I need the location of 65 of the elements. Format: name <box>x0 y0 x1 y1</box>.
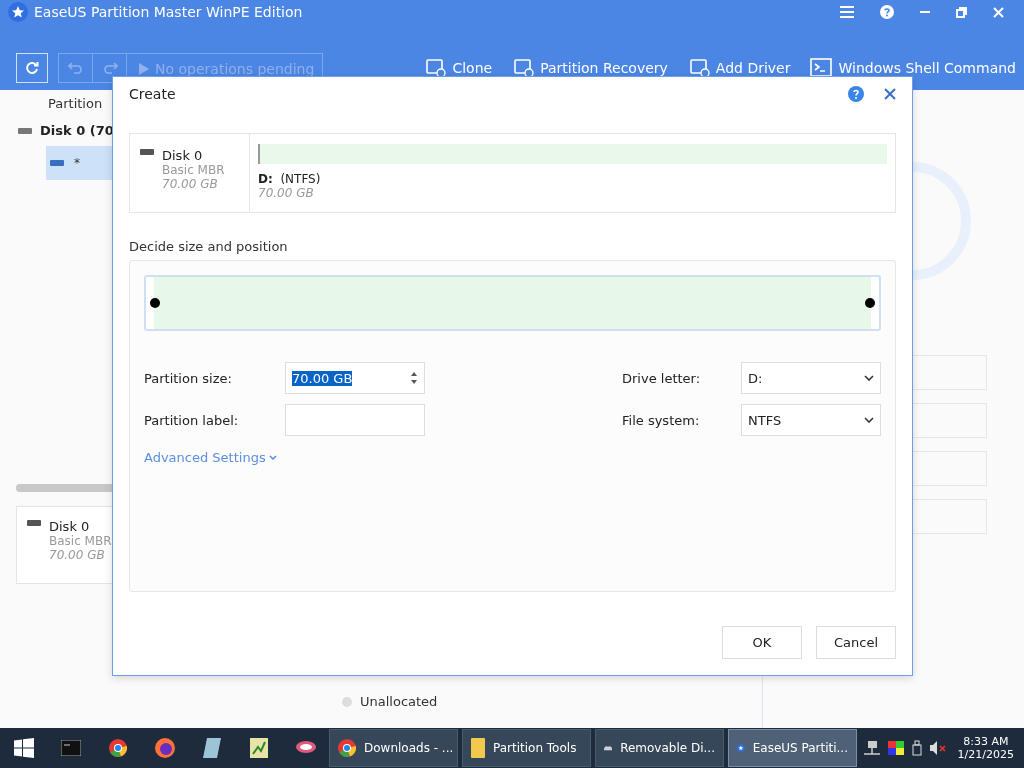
taskbar-window[interactable]: Partition Tools <box>462 729 591 767</box>
disk-size: 70.00 GB <box>49 548 106 562</box>
redo-icon <box>101 62 118 74</box>
help-icon[interactable] <box>848 86 864 102</box>
window-title: EaseUS Partition Master WinPE Edition <box>34 4 304 20</box>
clock-date: 1/21/2025 <box>957 748 1014 761</box>
size-spin-field[interactable]: 70.00 GB <box>285 362 425 394</box>
partition-name: D: (NTFS) <box>258 172 322 186</box>
chrome-icon <box>108 739 127 757</box>
firefox-icon <box>154 738 175 758</box>
label-input-field[interactable] <box>285 404 425 436</box>
column-header: Partition <box>48 96 104 111</box>
clock[interactable]: 8:33 AM 1/21/2025 <box>953 735 1018 761</box>
usb-icon[interactable] <box>911 740 922 756</box>
field-label: Partition label: <box>144 412 240 428</box>
spin-arrows-icon <box>410 371 418 385</box>
field-label: File system: <box>622 412 701 428</box>
help-icon[interactable] <box>880 5 894 19</box>
dropdown-field[interactable]: D: <box>741 362 881 394</box>
field-value: D: <box>748 370 763 386</box>
refresh-button[interactable] <box>16 53 48 83</box>
chevron-down-icon <box>864 375 874 381</box>
field-label: Drive letter: <box>622 370 702 386</box>
legend-swatch-icon <box>342 696 352 707</box>
chrome-icon <box>338 739 356 757</box>
menu-icon[interactable] <box>840 6 854 18</box>
clock-time: 8:33 AM <box>963 735 1009 748</box>
notebook-icon <box>202 738 221 758</box>
legend-label: Unallocated <box>360 694 438 709</box>
chevron-down-icon <box>268 455 277 460</box>
disk-type: Basic MBR <box>162 163 225 177</box>
folder-icon <box>471 738 485 758</box>
taskbar-window[interactable]: Downloads - ... <box>329 729 458 767</box>
field-label: Partition size: <box>144 370 233 386</box>
field-value: 70.00 GB <box>292 370 353 386</box>
partition-label: * <box>74 156 80 170</box>
refresh-icon <box>25 61 39 75</box>
app-logo-icon <box>8 2 28 22</box>
color-palette-icon[interactable] <box>887 741 904 755</box>
terminal-icon <box>60 740 81 756</box>
undo-icon <box>67 62 84 74</box>
slider-handle[interactable] <box>865 298 875 308</box>
disk-size: 70.00 GB <box>162 177 219 191</box>
chart-icon <box>249 738 268 758</box>
field-value: NTFS <box>748 412 782 428</box>
taskbar-window[interactable]: Removable Di... <box>595 729 724 767</box>
dropdown-field[interactable]: NTFS <box>741 404 881 436</box>
windows-logo-icon <box>13 738 34 758</box>
volume-muted-icon[interactable] <box>929 741 946 755</box>
close-icon[interactable] <box>884 88 896 100</box>
taskbar-window[interactable]: EaseUS Partiti... <box>728 729 857 767</box>
disk-name: Disk 0 <box>49 519 91 534</box>
dialog-title: Create <box>129 86 177 102</box>
slider-handle[interactable] <box>150 298 160 308</box>
chevron-down-icon <box>864 417 874 423</box>
disk-name: Disk 0 <box>162 148 204 163</box>
network-icon[interactable] <box>863 741 880 755</box>
section-title: Decide size and position <box>129 239 289 254</box>
restore-icon[interactable] <box>956 6 967 18</box>
disk-type: Basic MBR <box>49 534 112 548</box>
play-icon <box>139 63 149 75</box>
partition-size: 70.00 GB <box>258 186 315 200</box>
partition-row[interactable]: * <box>46 146 112 180</box>
ok-button[interactable]: OK <box>722 626 802 659</box>
cancel-button[interactable]: Cancel <box>816 626 896 659</box>
